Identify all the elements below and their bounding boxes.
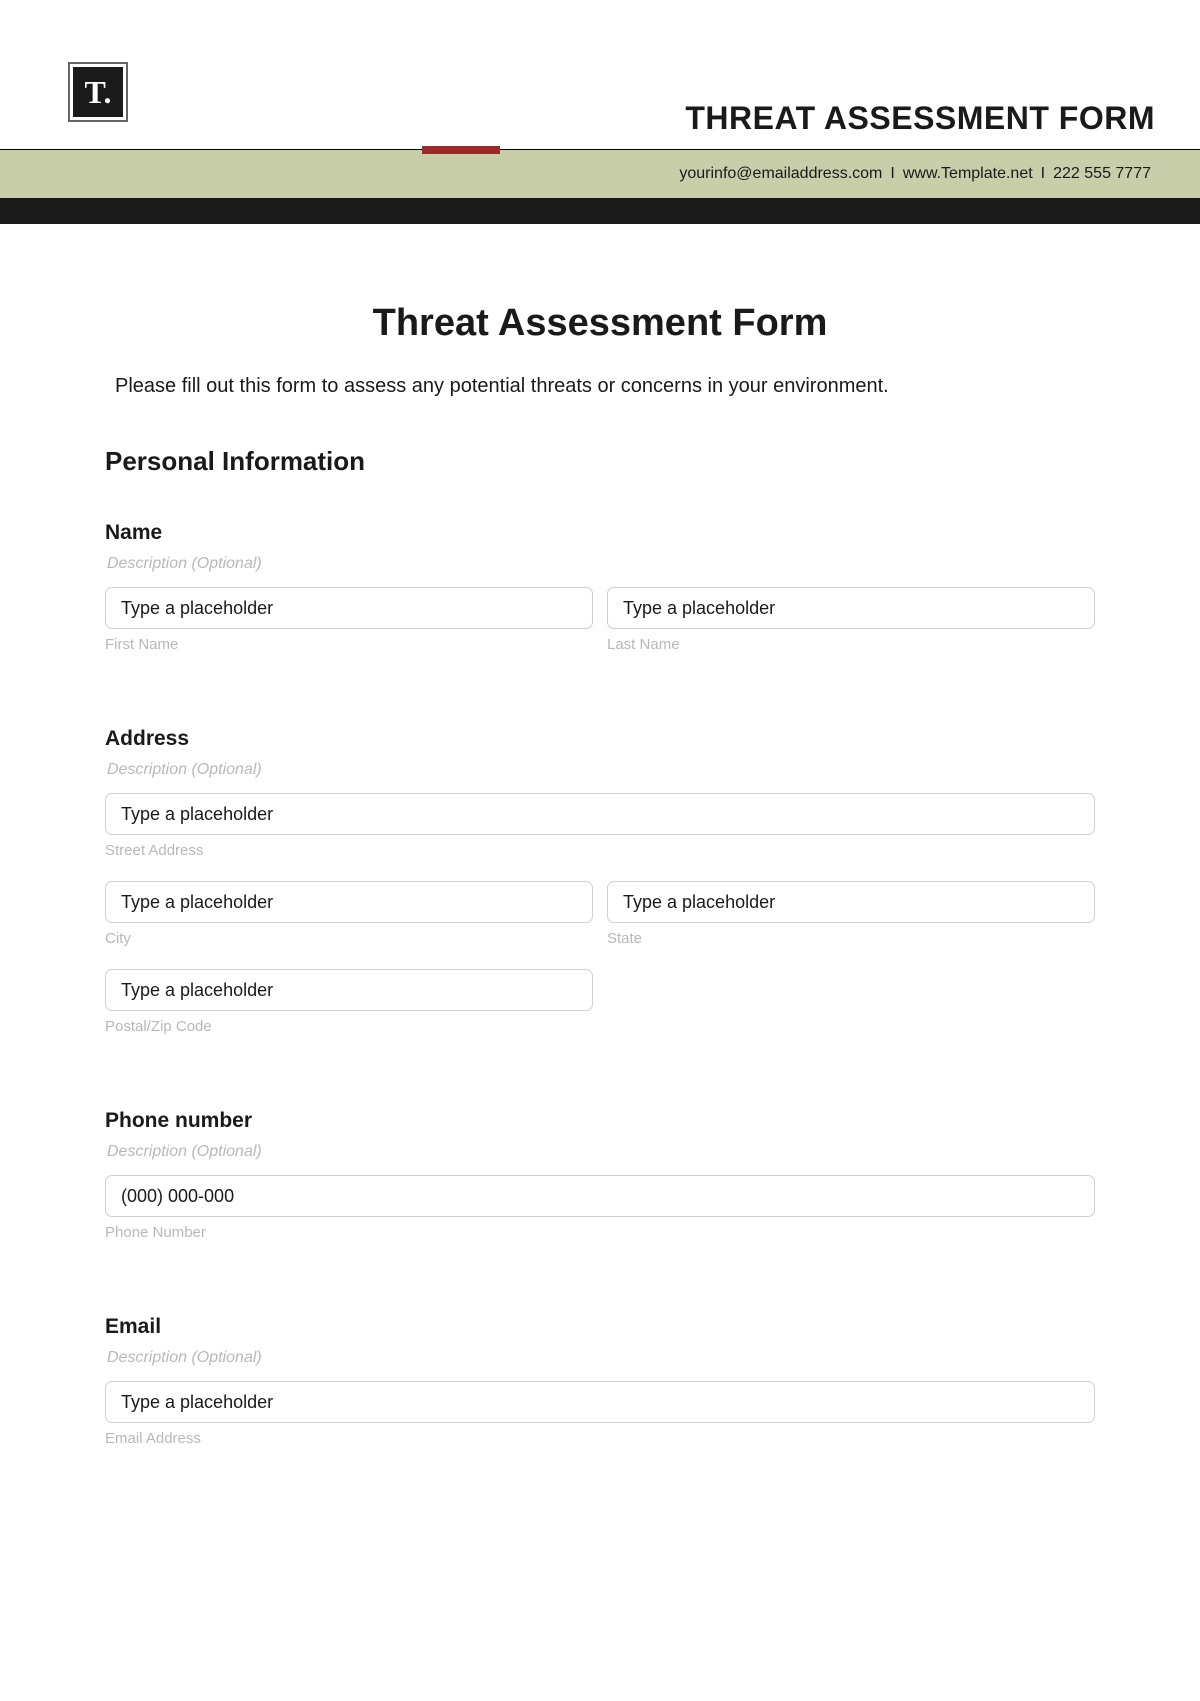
name-desc: Description (Optional)	[107, 555, 1095, 573]
first-name-sublabel: First Name	[105, 636, 593, 653]
state-sublabel: State	[607, 930, 1095, 947]
info-bar: yourinfo@emailaddress.com I www.Template…	[0, 150, 1200, 198]
address-desc: Description (Optional)	[107, 761, 1095, 779]
contact-phone: 222 555 7777	[1049, 165, 1155, 183]
last-name-input[interactable]	[607, 587, 1095, 629]
section-personal-info: Personal Information	[105, 446, 1095, 477]
separator: I	[1037, 165, 1049, 183]
street-input[interactable]	[105, 793, 1095, 835]
city-sublabel: City	[105, 930, 593, 947]
state-input[interactable]	[607, 881, 1095, 923]
black-bar	[0, 198, 1200, 224]
header-top: T. THREAT ASSESSMENT FORM	[0, 0, 1200, 150]
email-label: Email	[105, 1315, 1095, 1339]
street-sublabel: Street Address	[105, 842, 1095, 859]
phone-sublabel: Phone Number	[105, 1224, 1095, 1241]
phone-desc: Description (Optional)	[107, 1143, 1095, 1161]
intro-text: Please fill out this form to assess any …	[105, 375, 1095, 398]
email-input[interactable]	[105, 1381, 1095, 1423]
content: Threat Assessment Form Please fill out t…	[0, 224, 1200, 1465]
phone-input[interactable]	[105, 1175, 1095, 1217]
phone-label: Phone number	[105, 1109, 1095, 1133]
field-name: Name Description (Optional) First Name L…	[105, 521, 1095, 671]
email-sublabel: Email Address	[105, 1430, 1095, 1447]
email-desc: Description (Optional)	[107, 1349, 1095, 1367]
logo: T.	[68, 62, 128, 122]
header-title: THREAT ASSESSMENT FORM	[685, 100, 1155, 137]
zip-input[interactable]	[105, 969, 593, 1011]
contact-website: www.Template.net	[899, 165, 1037, 183]
field-address: Address Description (Optional) Street Ad…	[105, 727, 1095, 1053]
logo-text: T.	[73, 67, 123, 117]
field-email: Email Description (Optional) Email Addre…	[105, 1315, 1095, 1465]
address-label: Address	[105, 727, 1095, 751]
zip-sublabel: Postal/Zip Code	[105, 1018, 593, 1035]
first-name-input[interactable]	[105, 587, 593, 629]
field-phone: Phone number Description (Optional) Phon…	[105, 1109, 1095, 1259]
contact-email: yourinfo@emailaddress.com	[675, 165, 886, 183]
last-name-sublabel: Last Name	[607, 636, 1095, 653]
page-title: Threat Assessment Form	[105, 302, 1095, 345]
city-input[interactable]	[105, 881, 593, 923]
name-label: Name	[105, 521, 1095, 545]
separator: I	[886, 165, 898, 183]
accent-bar	[422, 146, 500, 154]
